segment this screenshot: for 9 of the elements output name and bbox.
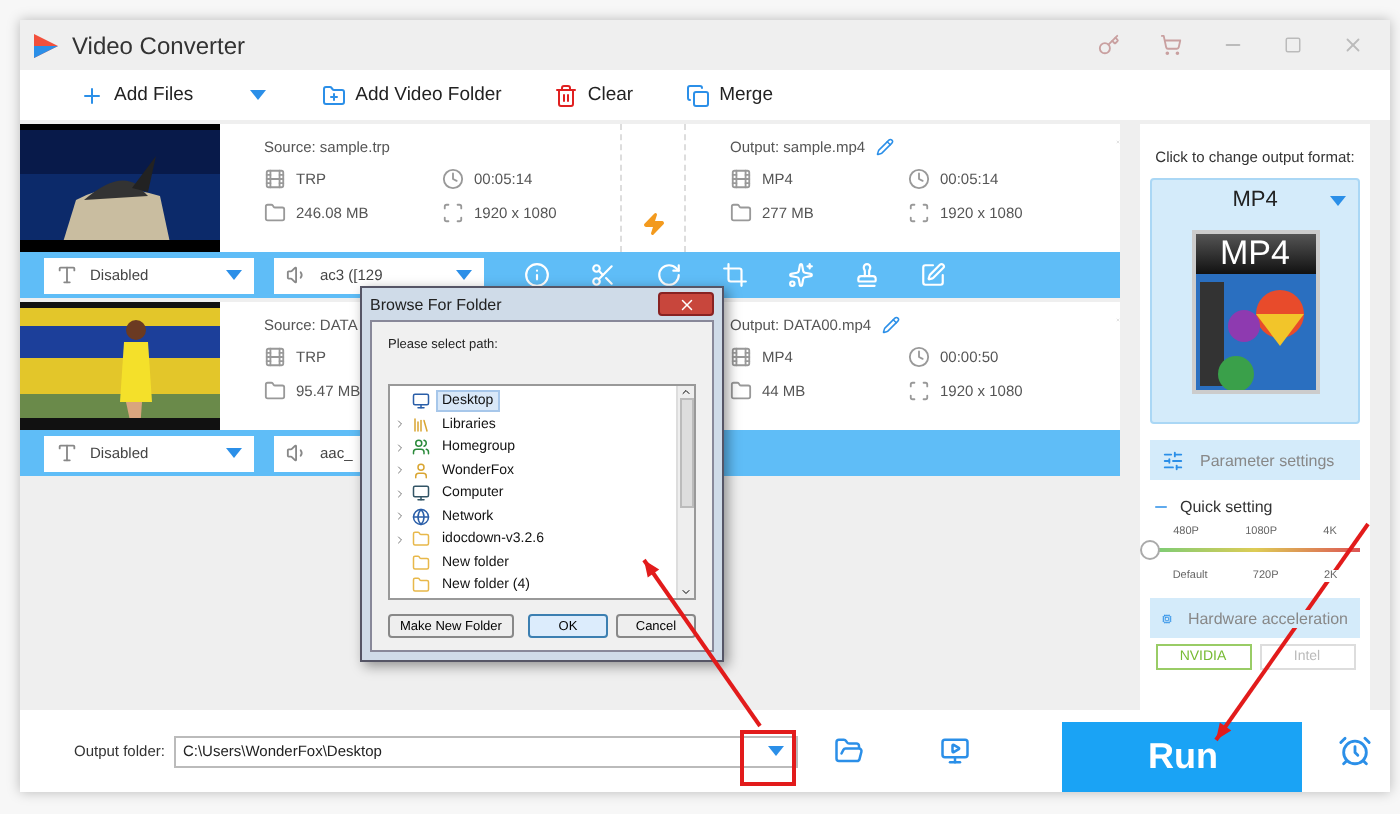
quick-setting-label: Quick setting — [1180, 498, 1273, 516]
add-button[interactable]: Add Files — [80, 83, 194, 107]
dialog-title: Browse For Folder — [370, 295, 502, 313]
window-title: Video Converter — [72, 31, 247, 59]
format-icon: MP4 — [1191, 230, 1319, 394]
merge-button[interactable]: Merge — [685, 83, 773, 107]
format-selector[interactable]: MP4 MP4 — [1150, 178, 1360, 424]
clear-button[interactable]: Clear — [553, 83, 634, 107]
folder-button[interactable]: Add Video Folder — [321, 83, 502, 107]
